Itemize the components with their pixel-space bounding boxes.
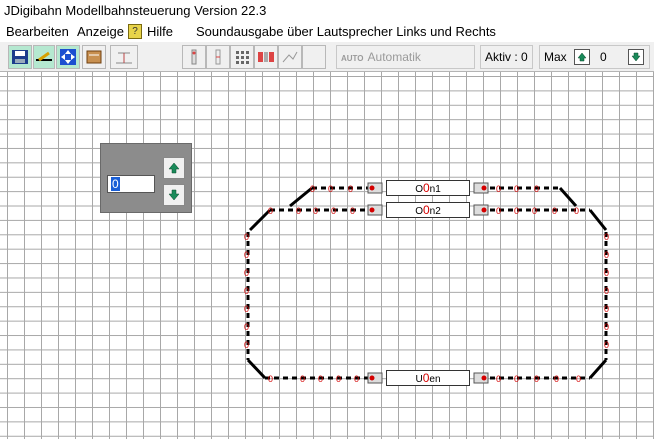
track-counter: 0 xyxy=(244,322,250,332)
track-curve-bl xyxy=(246,358,267,380)
track-counter: 0 xyxy=(576,374,582,384)
track-counter: 0 xyxy=(328,184,334,194)
track-counter: 0 xyxy=(534,374,540,384)
track-counter: 0 xyxy=(244,250,250,260)
track-counter: 0 xyxy=(604,232,610,242)
track-counter: 0 xyxy=(604,322,610,332)
track-counter: 0 xyxy=(574,206,580,216)
track-curve-tr2 xyxy=(588,209,608,231)
track-counter: 0 xyxy=(532,206,538,216)
track-counter: 0 xyxy=(348,184,354,194)
track-counter: 0 xyxy=(604,286,610,296)
track-curve-br xyxy=(588,359,608,379)
track-counter: 0 xyxy=(336,374,342,384)
track-counter: 0 xyxy=(244,304,250,314)
track-counter: 0 xyxy=(604,304,610,314)
track-counter: 0 xyxy=(514,206,520,216)
track-counter: 0 xyxy=(310,184,316,194)
block-unten[interactable]: U0en xyxy=(386,370,470,386)
track-curve-tl2 xyxy=(248,208,272,232)
track-counter: 0 xyxy=(244,286,250,296)
track-counter: 0 xyxy=(534,184,540,194)
track-counter: 0 xyxy=(268,374,274,384)
track-counter: 0 xyxy=(244,268,250,278)
track-curve-tr1 xyxy=(558,187,578,207)
track-counter: 0 xyxy=(552,206,558,216)
track-counter: 0 xyxy=(350,206,356,216)
track-curve-tl1 xyxy=(289,186,313,208)
track-counter: 0 xyxy=(514,184,520,194)
track-counter: 0 xyxy=(313,206,319,216)
track-counter: 0 xyxy=(296,206,302,216)
track-counter: 0 xyxy=(496,374,502,384)
track-counter: 0 xyxy=(354,374,360,384)
track-counter: 0 xyxy=(244,232,250,242)
track-counter: 0 xyxy=(604,250,610,260)
track-counter: 0 xyxy=(331,206,337,216)
track-counter: 0 xyxy=(604,268,610,278)
track-counter: 0 xyxy=(514,374,520,384)
track-counter: 0 xyxy=(604,340,610,350)
block-oben1[interactable]: O0n1 xyxy=(386,180,470,196)
track-counter: 0 xyxy=(268,206,274,216)
track-counter: 0 xyxy=(244,340,250,350)
track-counter: 0 xyxy=(300,374,306,384)
track-counter: 0 xyxy=(554,374,560,384)
track-counter: 0 xyxy=(318,374,324,384)
block-oben2[interactable]: O0n2 xyxy=(386,202,470,218)
track-counter: 0 xyxy=(496,184,502,194)
track-counter: 0 xyxy=(496,206,502,216)
